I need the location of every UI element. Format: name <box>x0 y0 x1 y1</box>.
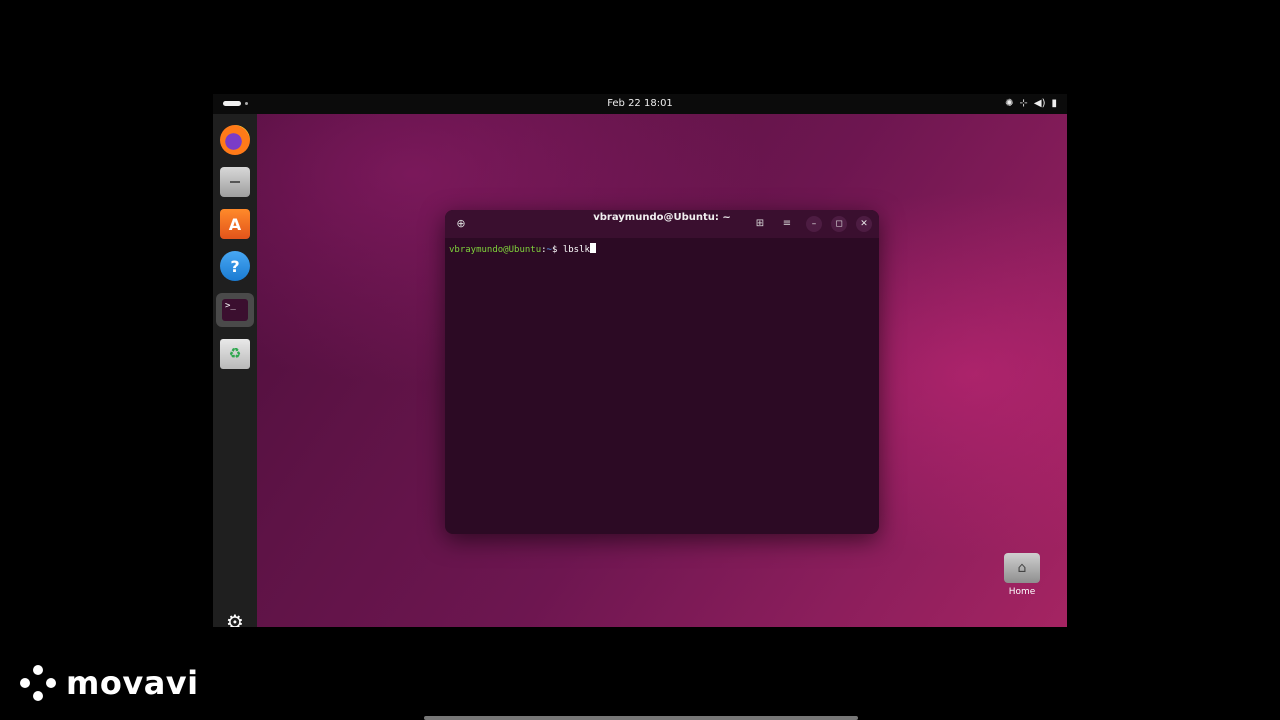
text-cursor <box>589 243 596 253</box>
network-icon[interactable]: ⊹ <box>1020 97 1028 111</box>
help-icon[interactable]: ? <box>220 251 250 281</box>
prompt-symbol: $ <box>551 245 563 255</box>
battery-icon[interactable]: ▮ <box>1051 97 1057 111</box>
menu-icon[interactable]: ≡ <box>780 217 794 231</box>
firefox-icon[interactable] <box>220 125 250 155</box>
top-bar: Feb 22 18:01 ✺ ⊹ ◀) ▮ <box>213 94 1067 114</box>
home-label: Home <box>1008 587 1036 597</box>
tab-overview-icon[interactable]: ⊞ <box>753 217 767 231</box>
terminal-dock-item[interactable]: >_ <box>216 293 254 327</box>
trash-icon[interactable]: ♻ <box>220 339 250 369</box>
desktop-screen: Feb 22 18:01 ✺ ⊹ ◀) ▮ A ? >_ ♻ ⚙ ⊕ vbray… <box>213 94 1067 627</box>
movavi-watermark: movavi <box>20 664 199 702</box>
accessibility-icon[interactable]: ✺ <box>1005 97 1013 111</box>
files-icon[interactable] <box>220 167 250 197</box>
software-icon[interactable]: A <box>220 209 250 239</box>
terminal-window[interactable]: ⊕ vbraymundo@Ubuntu: ~ ⊞ ≡ – ◻ ✕ vbraymu… <box>445 210 879 534</box>
video-progress-bar[interactable] <box>424 716 858 720</box>
command-input[interactable]: lbslk <box>563 245 590 255</box>
prompt-user: vbraymundo@Ubuntu <box>449 245 542 255</box>
close-button[interactable]: ✕ <box>856 216 872 232</box>
terminal-header[interactable]: ⊕ vbraymundo@Ubuntu: ~ ⊞ ≡ – ◻ ✕ <box>445 210 879 238</box>
home-desktop-shortcut[interactable]: ⌂ Home <box>1002 553 1042 597</box>
movavi-logo-icon <box>20 665 56 701</box>
terminal-output[interactable]: vbraymundo@Ubuntu:~$ lbslk <box>445 238 879 534</box>
minimize-button[interactable]: – <box>806 216 822 232</box>
terminal-icon: >_ <box>222 299 248 321</box>
clock[interactable]: Feb 22 18:01 <box>213 98 1067 109</box>
volume-icon[interactable]: ◀) <box>1034 97 1046 111</box>
home-folder-icon: ⌂ <box>1004 553 1040 583</box>
maximize-button[interactable]: ◻ <box>831 216 847 232</box>
system-tray[interactable]: ✺ ⊹ ◀) ▮ <box>1005 97 1057 111</box>
show-apps-icon[interactable]: ⚙ <box>223 610 247 627</box>
dock: A ? >_ ♻ ⚙ <box>213 114 257 627</box>
watermark-text: movavi <box>66 664 199 702</box>
